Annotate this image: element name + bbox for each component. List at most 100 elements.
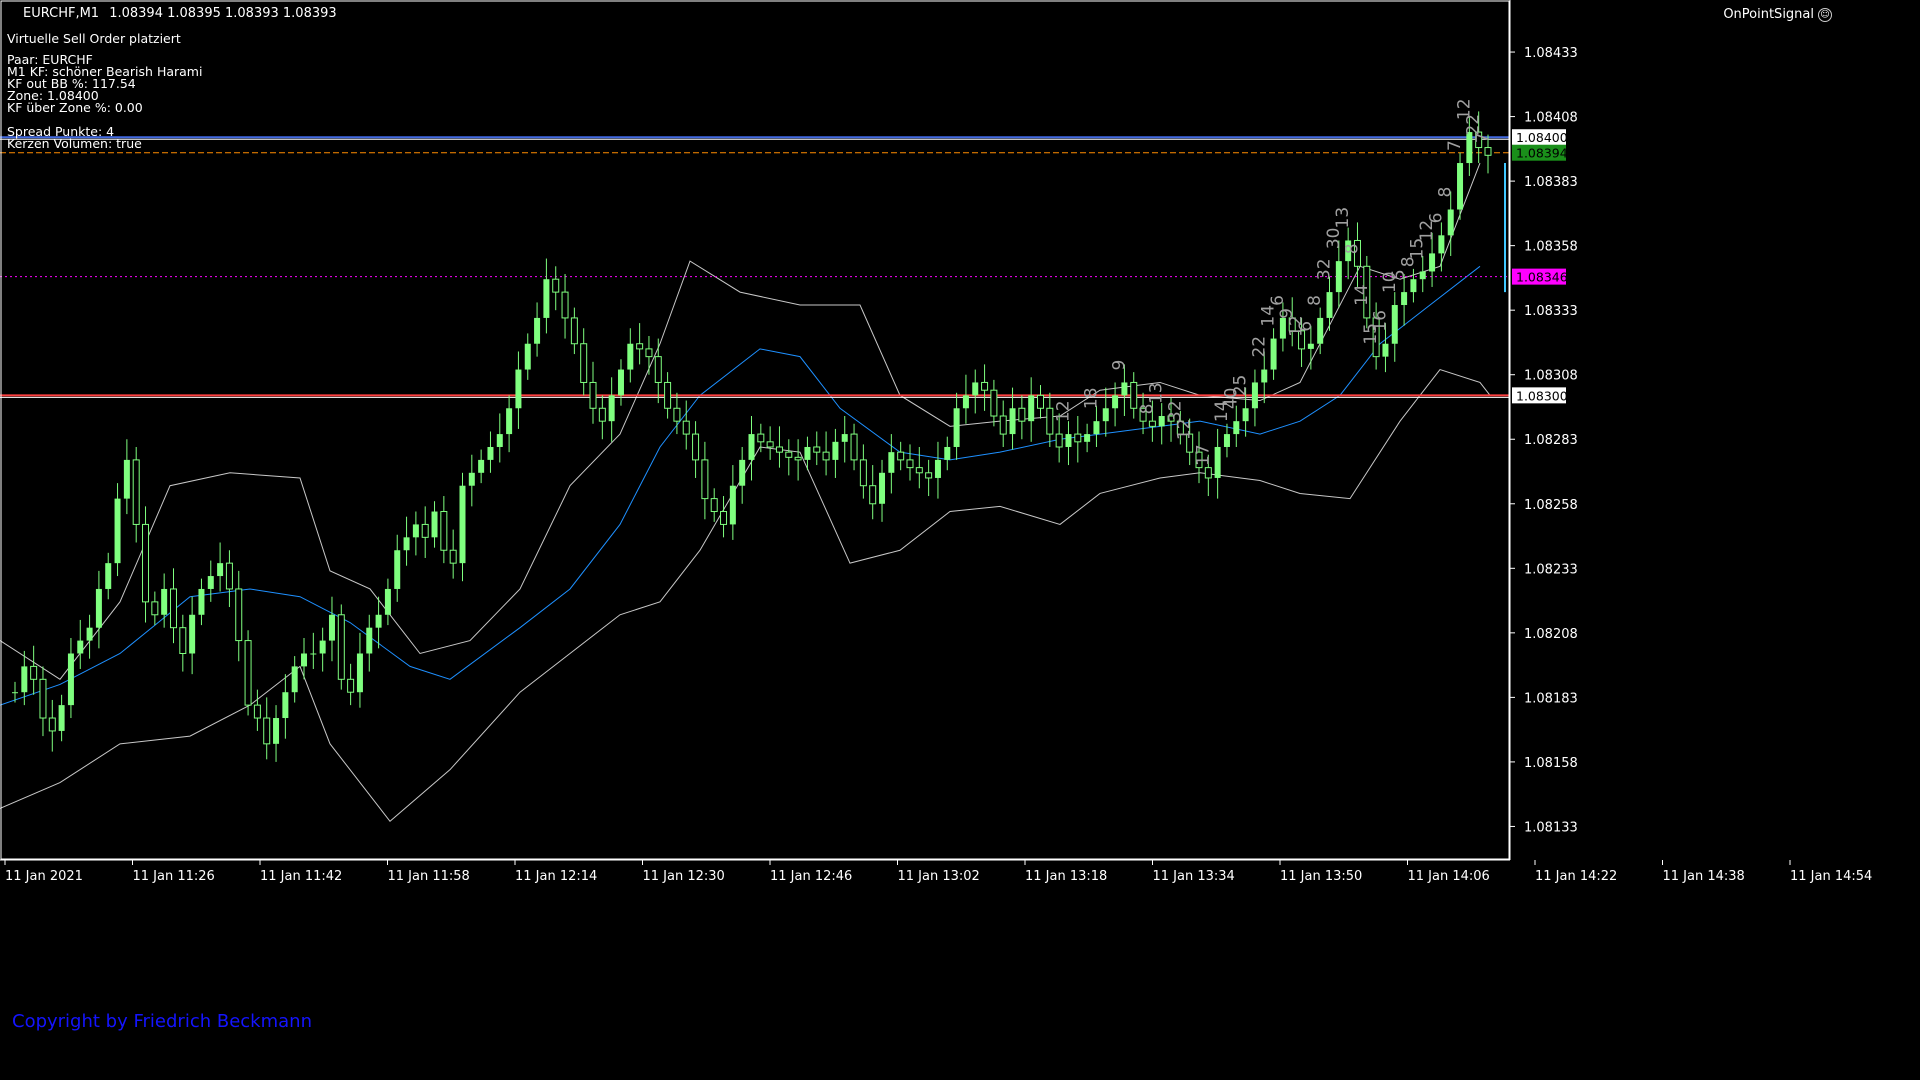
candle-body-bear [253, 704, 261, 719]
candle-body-bull [1419, 271, 1426, 280]
volume-label: 5 [1389, 269, 1409, 280]
candle-body-bull [1410, 279, 1417, 293]
volume-label: 6 [1268, 295, 1288, 306]
candle-body-bull [729, 485, 736, 525]
volume-label: 8 [1137, 404, 1157, 415]
y-tick-label: 1.08308 [1524, 369, 1578, 384]
candle-body-bull [1093, 421, 1100, 435]
candle-body-bull [1121, 382, 1128, 396]
volume-label: 14 [1352, 284, 1372, 306]
candle-body-bear [263, 717, 271, 745]
candle-body-bear [337, 614, 345, 680]
candle-body-bull [496, 434, 503, 447]
candle-body-bull [841, 434, 848, 442]
candle-body-bull [1307, 343, 1314, 349]
candle-body-bear [132, 459, 140, 525]
candle-body-bear [906, 459, 914, 469]
candle-body-bull [394, 550, 401, 589]
candle-body-bull [879, 472, 886, 504]
candle-body-bull [1214, 446, 1221, 478]
brand[interactable]: OnPointSignal ☺ [1723, 7, 1832, 22]
candle-body-bull [12, 692, 18, 694]
candle-body-bull [617, 369, 624, 396]
candle-body-bear [48, 717, 56, 732]
bollinger-upper [0, 162, 1481, 680]
candle-body-bull [366, 627, 373, 654]
candle-body-bull [198, 588, 205, 615]
candle-body-bear [225, 562, 233, 590]
candle-body-bull [1438, 235, 1445, 254]
candle-body-bull [1401, 292, 1408, 306]
candle-body-bull [282, 692, 289, 719]
candle-body-bear [1037, 394, 1045, 409]
volume-label: 22 [1464, 114, 1484, 136]
candle-body-bear [785, 451, 793, 458]
volume-label: 9 [1109, 360, 1129, 371]
candle-body-bull [524, 343, 531, 370]
y-tick-label: 1.08283 [1524, 433, 1578, 448]
candle-body-bull [67, 653, 74, 706]
x-tick-label: 11 Jan 12:30 [643, 869, 725, 884]
candle-body-bear [39, 678, 47, 719]
candle-body-bull [478, 459, 485, 473]
candle-body-bull [114, 498, 121, 564]
candle-body-bear [673, 407, 681, 422]
chart-title: EURCHF,M1 1.08394 1.08395 1.08393 1.0839… [23, 6, 337, 21]
y-tick-label: 1.08333 [1524, 304, 1578, 319]
candle-body-bear [981, 381, 989, 391]
candle-body-bear [1204, 467, 1212, 479]
candle-body-bear [580, 343, 588, 383]
volume-label: 6 [1426, 212, 1446, 223]
candle-body-bull [1335, 261, 1342, 293]
candle-body-bear [1055, 433, 1063, 448]
candles [12, 111, 1492, 762]
volume-label: 13 [1147, 382, 1167, 404]
candle-body-bull [95, 588, 102, 628]
candle-body-bear [589, 381, 597, 409]
candle-body-bear [1130, 381, 1138, 409]
volume-label: 25 [1231, 375, 1251, 397]
candle-body-bull [944, 446, 951, 460]
volume-label: 17 [1193, 444, 1213, 466]
price-chart[interactable]: 1.084001.083941.083461.08300 12189813321… [0, 0, 1920, 1080]
level-price-label: 1.08394 [1516, 146, 1568, 161]
candle-body-bull [375, 614, 382, 628]
y-tick-label: 1.08433 [1524, 46, 1578, 61]
candle-body-bull [1251, 382, 1258, 409]
x-tick-label: 11 Jan 13:50 [1280, 869, 1362, 884]
candle-body-bear [925, 472, 933, 479]
x-tick-label: 11 Jan 12:14 [515, 869, 597, 884]
candle-body-bull [534, 317, 541, 344]
candle-body-bear [1018, 407, 1026, 422]
candle-body-bull [888, 452, 895, 473]
candle-body-bull [1447, 209, 1454, 236]
volume-label: 13 [1333, 207, 1353, 229]
x-tick-label: 11 Jan 2021 [5, 869, 83, 884]
y-tick-label: 1.08383 [1524, 175, 1578, 190]
candle-body-bear [30, 665, 38, 680]
candle-body-bull [356, 653, 363, 693]
candle-body-bear [850, 433, 858, 461]
y-tick-label: 1.08183 [1524, 691, 1578, 706]
candle-body-bull [627, 343, 634, 370]
candle-body-bull [1261, 369, 1268, 383]
y-tick-label: 1.08158 [1524, 756, 1578, 771]
candle-body-bull [161, 588, 168, 615]
candle-body-bear [1046, 407, 1054, 435]
candle-body-bull [123, 459, 130, 499]
candle-body-bull [189, 614, 196, 654]
candle-body-bull [384, 588, 391, 615]
x-tick-label: 11 Jan 13:34 [1153, 869, 1235, 884]
volume-label: 32 [1315, 258, 1335, 280]
x-tick-label: 11 Jan 12:46 [770, 869, 852, 884]
candle-body-bear [598, 407, 606, 422]
candle-body-bear [682, 420, 690, 435]
volume-label: 12 [1053, 400, 1073, 422]
candle-body-bull [1382, 343, 1389, 357]
candle-body-bear [897, 451, 905, 461]
candle-body-bull [1457, 163, 1464, 210]
y-tick-label: 1.08408 [1524, 111, 1578, 126]
candle-body-bear [822, 451, 830, 461]
volume-label: 8 [1305, 295, 1325, 306]
candle-body-bear [347, 678, 355, 693]
